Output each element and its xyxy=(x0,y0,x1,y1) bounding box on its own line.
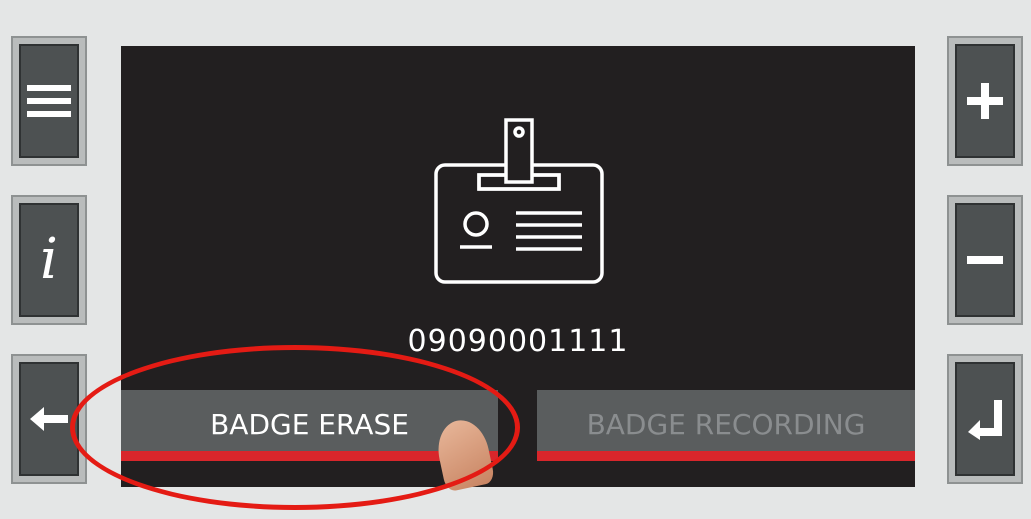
plus-button[interactable] xyxy=(947,36,1023,166)
highlight-ellipse xyxy=(70,345,520,510)
plus-icon xyxy=(967,83,1003,119)
badge-recording-button[interactable]: BADGE RECORDING xyxy=(537,390,915,461)
enter-button-face xyxy=(955,362,1015,476)
info-icon: i xyxy=(40,227,58,292)
arrow-left-icon xyxy=(30,407,68,431)
id-badge-icon xyxy=(434,118,604,284)
enter-return-icon xyxy=(968,400,1002,440)
menu-icon xyxy=(27,85,71,117)
badge-recording-label: BADGE RECORDING xyxy=(586,407,866,441)
enter-button[interactable] xyxy=(947,354,1023,484)
minus-icon xyxy=(967,256,1003,264)
plus-button-face xyxy=(955,44,1015,158)
minus-button[interactable] xyxy=(947,195,1023,325)
info-button-face: i xyxy=(19,203,79,317)
menu-button[interactable] xyxy=(11,36,87,166)
menu-button-face xyxy=(19,44,79,158)
info-button[interactable]: i xyxy=(11,195,87,325)
minus-button-face xyxy=(955,203,1015,317)
